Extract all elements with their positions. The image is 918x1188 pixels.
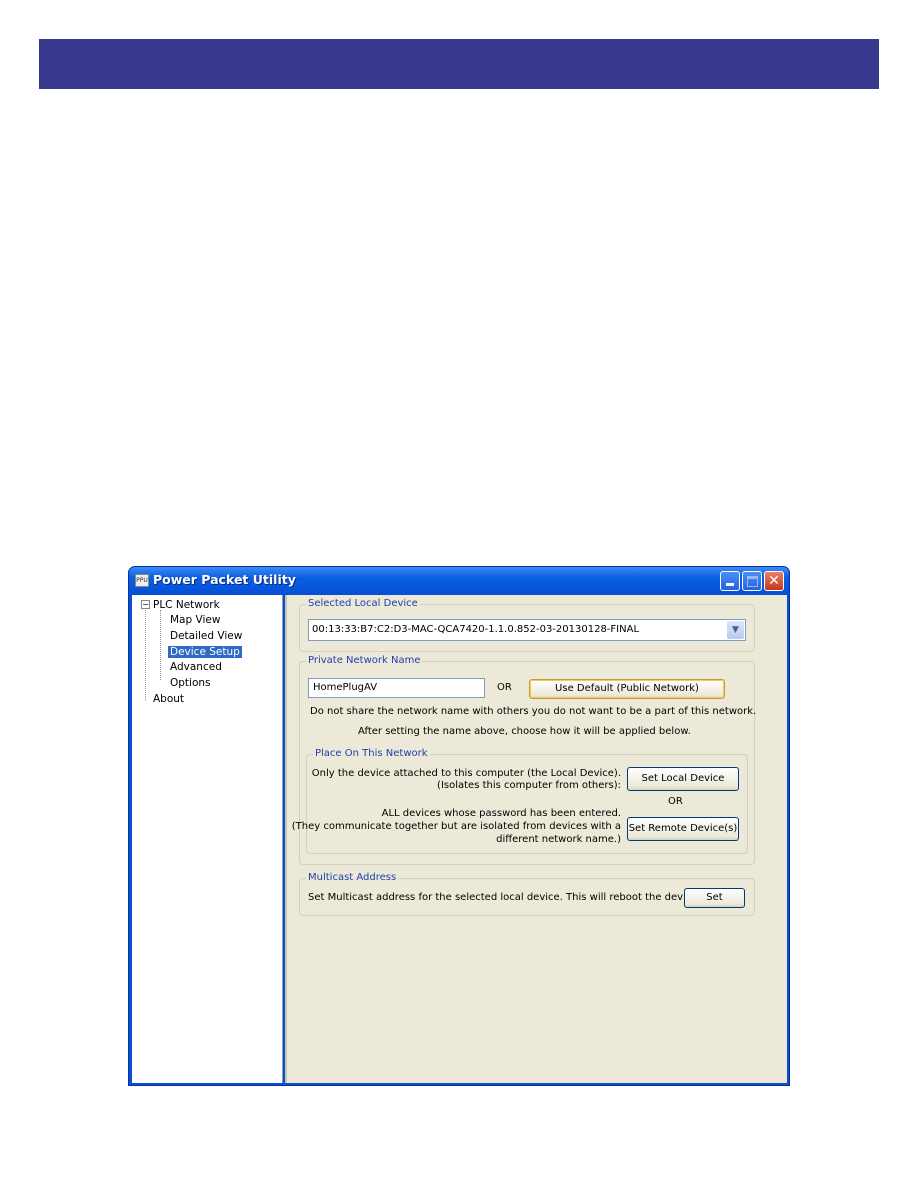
- network-name-input[interactable]: HomePlugAV: [308, 678, 485, 698]
- group-label: Private Network Name: [306, 655, 423, 666]
- set-local-device-button[interactable]: Set Local Device: [627, 767, 739, 791]
- header-band: [39, 39, 879, 89]
- tree-item-map-view[interactable]: Map View: [170, 614, 220, 626]
- network-name-note: Do not share the network name with other…: [310, 706, 757, 717]
- remote-description: ALL devices whose password has been ente…: [381, 808, 621, 819]
- minimize-button[interactable]: [720, 571, 740, 591]
- navigation-tree: − PLC Network Map View Detailed View Dev…: [132, 595, 283, 1083]
- maximize-icon: [746, 576, 758, 587]
- private-network-name-group: Private Network Name HomePlugAV OR Use D…: [292, 655, 757, 865]
- local-device-select[interactable]: 00:13:33:B7:C2:D3-MAC-QCA7420-1.1.0.852-…: [308, 619, 746, 641]
- selected-local-device-group: Selected Local Device 00:13:33:B7:C2:D3-…: [299, 598, 755, 652]
- collapse-icon[interactable]: −: [141, 600, 150, 609]
- set-remote-devices-button[interactable]: Set Remote Device(s): [627, 817, 739, 841]
- multicast-description: Set Multicast address for the selected l…: [308, 892, 701, 903]
- window-title: Power Packet Utility: [153, 572, 296, 587]
- close-icon: ✕: [768, 573, 780, 589]
- tree-item-advanced[interactable]: Advanced: [170, 661, 222, 673]
- tree-line: [145, 610, 146, 701]
- or-label: OR: [497, 682, 512, 693]
- set-multicast-button[interactable]: Set: [684, 888, 745, 908]
- apply-note: After setting the name above, choose how…: [358, 726, 691, 737]
- tree-line: [160, 610, 161, 680]
- tree-item-device-setup[interactable]: Device Setup: [168, 646, 242, 658]
- group-label: Place On This Network: [313, 748, 430, 759]
- remote-description-2: (They communicate together but are isola…: [291, 821, 621, 832]
- remote-description-3: different network name.): [496, 834, 621, 845]
- maximize-button[interactable]: [742, 571, 762, 591]
- close-button[interactable]: ✕: [764, 571, 784, 591]
- minimize-icon: [726, 583, 734, 586]
- app-icon: PPU: [135, 574, 149, 587]
- group-label: Selected Local Device: [306, 598, 420, 609]
- chevron-down-icon[interactable]: ▼: [727, 621, 744, 639]
- multicast-address-group: Multicast Address Set Multicast address …: [299, 872, 755, 916]
- selected-value: 00:13:33:B7:C2:D3-MAC-QCA7420-1.1.0.852-…: [312, 624, 640, 635]
- local-description: Only the device attached to this compute…: [311, 768, 621, 779]
- tree-item-about[interactable]: About: [153, 693, 184, 705]
- tree-item-plc-network[interactable]: PLC Network: [153, 599, 220, 611]
- use-default-button[interactable]: Use Default (Public Network): [529, 679, 725, 699]
- input-value: HomePlugAV: [313, 682, 378, 693]
- title-bar[interactable]: PPU Power Packet Utility ✕: [129, 567, 789, 594]
- group-label: Multicast Address: [306, 872, 399, 883]
- device-setup-panel: Selected Local Device 00:13:33:B7:C2:D3-…: [285, 595, 787, 1083]
- or-label: OR: [668, 796, 683, 807]
- place-on-network-group: Place On This Network Only the device at…: [292, 748, 748, 854]
- local-description-2: (Isolates this computer from others):: [437, 780, 621, 791]
- app-window: PPU Power Packet Utility ✕ − PLC Network…: [128, 566, 790, 1086]
- tree-item-options[interactable]: Options: [170, 677, 211, 689]
- tree-item-detailed-view[interactable]: Detailed View: [170, 630, 242, 642]
